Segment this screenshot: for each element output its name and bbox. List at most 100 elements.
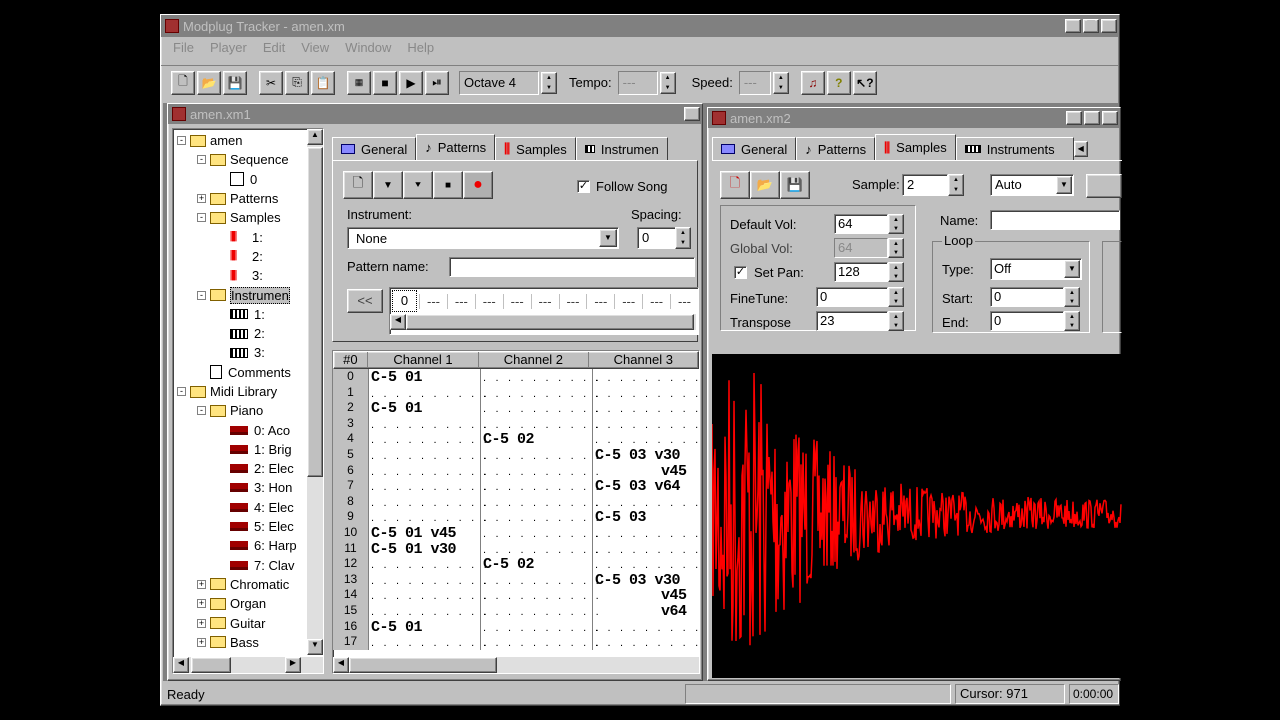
pattern-name-input[interactable] (449, 257, 695, 277)
pattern-row[interactable]: 5. . . . . . . . . .. . . . . . . . . .C… (333, 446, 699, 464)
order-item[interactable]: --- (642, 293, 670, 309)
pattern-cell[interactable]: . . . . . . . . . . (595, 416, 699, 432)
pattern-scroll-left[interactable]: ◀ (333, 657, 349, 673)
order-list[interactable]: 0 --- --- --- --- --- --- --- --- --- --- ◀ (389, 287, 699, 335)
pattern-hscrollbar[interactable]: ◀ (333, 657, 699, 673)
expand-icon[interactable]: + (197, 637, 206, 647)
channel-1-header[interactable]: Channel 1 (368, 352, 480, 368)
record-icon[interactable]: ● (463, 171, 493, 199)
pattern-cell[interactable]: C-5 03 v64 (595, 478, 699, 495)
tree-item[interactable]: 2: Elec (177, 459, 305, 478)
tempo-spinner[interactable]: ▲ ▼ (659, 71, 676, 94)
pattern-cell[interactable]: . . . . . . . . . . (371, 602, 487, 619)
pattern-cell[interactable]: . . . . . . . . . . (483, 384, 599, 401)
window2-maximize-button[interactable]: □ (1084, 111, 1100, 125)
pattern-row[interactable]: 9. . . . . . . . . .. . . . . . . . . .C… (333, 509, 699, 526)
tree-item[interactable]: 1: (177, 305, 305, 324)
speed-spinner[interactable]: ▲ ▼ (772, 71, 789, 94)
pattern-cell[interactable]: . . . . . . . . . . (595, 400, 699, 416)
tree-scroll-left[interactable]: ◀ (173, 657, 189, 673)
tree-item[interactable]: - Sequence (177, 150, 305, 169)
speed-field[interactable]: --- (738, 70, 771, 95)
tree-item[interactable]: - amen (177, 131, 305, 150)
pattern-cell[interactable]: C-5 03 v30 (595, 447, 699, 464)
spacing-field[interactable]: 0 (637, 227, 677, 249)
loop-end-spinner[interactable]: ▲ ▼ (1064, 311, 1080, 331)
pattern-cell[interactable]: . . . . . . . . . . (483, 634, 599, 650)
pattern-cell[interactable]: . . . . . . . . . . (371, 571, 487, 588)
order-item[interactable]: --- (419, 293, 447, 309)
stop-icon[interactable]: ■ (373, 70, 397, 95)
pattern-cell[interactable]: . . . . . . . . . . (371, 415, 487, 432)
sample-name-input[interactable] (990, 210, 1120, 230)
chevron-down-icon[interactable]: ▼ (599, 229, 617, 247)
minimize-button[interactable]: _ (1065, 19, 1081, 33)
pattern-cell[interactable]: . . . . . . . . . . (371, 431, 487, 447)
new-sample-icon[interactable]: 🗋 (720, 171, 750, 199)
loop-end-field[interactable]: 0 (990, 311, 1064, 331)
tree-scroll-up[interactable]: ▲ (307, 129, 323, 145)
new-file-icon[interactable]: 🗋 (171, 70, 195, 95)
pattern-row[interactable]: 15. . . . . . . . . .. . . . . . . . . .… (333, 602, 699, 620)
tree-view[interactable]: - amen - Sequence 0 + Patterns - Samples ⫼⫼ 1: ⫼⫼ 2:… (172, 128, 324, 674)
pattern-cell[interactable]: . . . . . . . . . . (483, 602, 599, 619)
pattern-row[interactable]: 4. . . . . . . . . . C-5 02. . . . . . . … (333, 431, 699, 448)
pattern-cell[interactable]: . . . . . . . . . . (371, 509, 487, 525)
pattern-row[interactable]: 7. . . . . . . . . .. . . . . . . . . .C… (333, 478, 699, 495)
octave-field[interactable]: Octave 4 (459, 70, 539, 95)
pattern-row[interactable]: 14. . . . . . . . . .. . . . . . . . . .… (333, 587, 699, 604)
transpose-spinner[interactable]: ▲ ▼ (888, 311, 904, 331)
play-pattern-icon[interactable]: ⏯ (425, 70, 449, 95)
save-icon[interactable]: 💾 (223, 70, 247, 95)
tree-item[interactable]: - Instrumen (177, 285, 305, 304)
tree-item[interactable]: 7: Clav (177, 556, 305, 575)
tree-item[interactable]: - Piano (177, 401, 305, 420)
pattern-cell[interactable]: . . . . . . . . . . (595, 385, 699, 401)
pattern-cell[interactable]: . . . . . . . . . . (371, 587, 487, 603)
pattern-cell[interactable]: . . . . . . . . . . (371, 634, 487, 650)
tree-item[interactable]: 3: (177, 343, 305, 362)
default-vol-field[interactable]: 64 (834, 214, 888, 234)
collapse-icon[interactable]: - (177, 387, 186, 396)
mode-chevron-down-icon[interactable]: ▼ (1056, 176, 1072, 194)
pattern-cell[interactable]: v45 (595, 587, 699, 604)
pattern-cell[interactable]: . . . . . . . . . . (595, 494, 699, 510)
window2-title-bar[interactable]: amen.xm2 _ □ ✕ (708, 108, 1120, 128)
menu-window[interactable]: Window (345, 40, 391, 55)
pattern-row[interactable]: 1. . . . . . . . . .. . . . . . . . . ..… (333, 384, 699, 401)
window1-minimize-button[interactable]: _ (684, 107, 700, 121)
pattern-cell[interactable]: . . . . . . . . . . (483, 618, 599, 635)
order-item[interactable]: --- (502, 293, 531, 309)
new-pattern-icon[interactable]: 🗋 (343, 171, 373, 199)
w2-tab-patterns[interactable]: ♪ Patterns (796, 137, 876, 161)
transpose-field[interactable]: 23 (816, 311, 888, 331)
order-item[interactable]: 0 (392, 290, 418, 312)
tree-item[interactable]: 5: Elec (177, 517, 305, 536)
menu-help[interactable]: Help (407, 40, 434, 55)
pattern-cell[interactable]: C-5 02 (483, 431, 593, 448)
pattern-cell[interactable]: C-5 03 v30 (595, 572, 699, 589)
expand-icon[interactable]: + (197, 194, 206, 204)
pattern-cell[interactable]: . . . . . . . . . . (483, 493, 599, 510)
down-arrow-icon[interactable]: ▼ (373, 171, 403, 199)
spacing-spinner[interactable]: ▲ ▼ (675, 227, 691, 249)
tree-item[interactable]: + Bass (177, 633, 305, 652)
tree-hscroll-thumb[interactable] (191, 657, 231, 673)
pattern-cell[interactable]: . . . . . . . . . . (483, 462, 599, 479)
finetune-spinner[interactable]: ▲ ▼ (888, 287, 904, 307)
pattern-cell[interactable]: . . . . . . . . . . (483, 415, 599, 432)
menu-edit[interactable]: Edit (263, 40, 285, 55)
save-sample-icon[interactable]: 💾 (780, 171, 810, 199)
midi-icon[interactable]: ♫ (800, 70, 825, 95)
loop-start-field[interactable]: 0 (990, 287, 1064, 307)
pattern-cell[interactable]: v64 (595, 603, 699, 620)
order-back-button[interactable]: << (347, 289, 383, 313)
order-scroll-left[interactable]: ◀ (390, 314, 406, 330)
window1-title-bar[interactable]: amen.xm1 _ (168, 104, 702, 124)
order-item[interactable]: --- (614, 293, 642, 309)
pattern-cell[interactable]: . . . . . . . . . . (595, 431, 699, 447)
set-pan-checkbox[interactable]: ✓ (734, 266, 747, 279)
restore-button[interactable]: ❐ (1083, 19, 1099, 33)
pattern-row[interactable]: 2 C-5 01 . . . . . . . . . .. . . . . . . … (333, 400, 699, 417)
tree-item[interactable]: + Guitar (177, 613, 305, 632)
